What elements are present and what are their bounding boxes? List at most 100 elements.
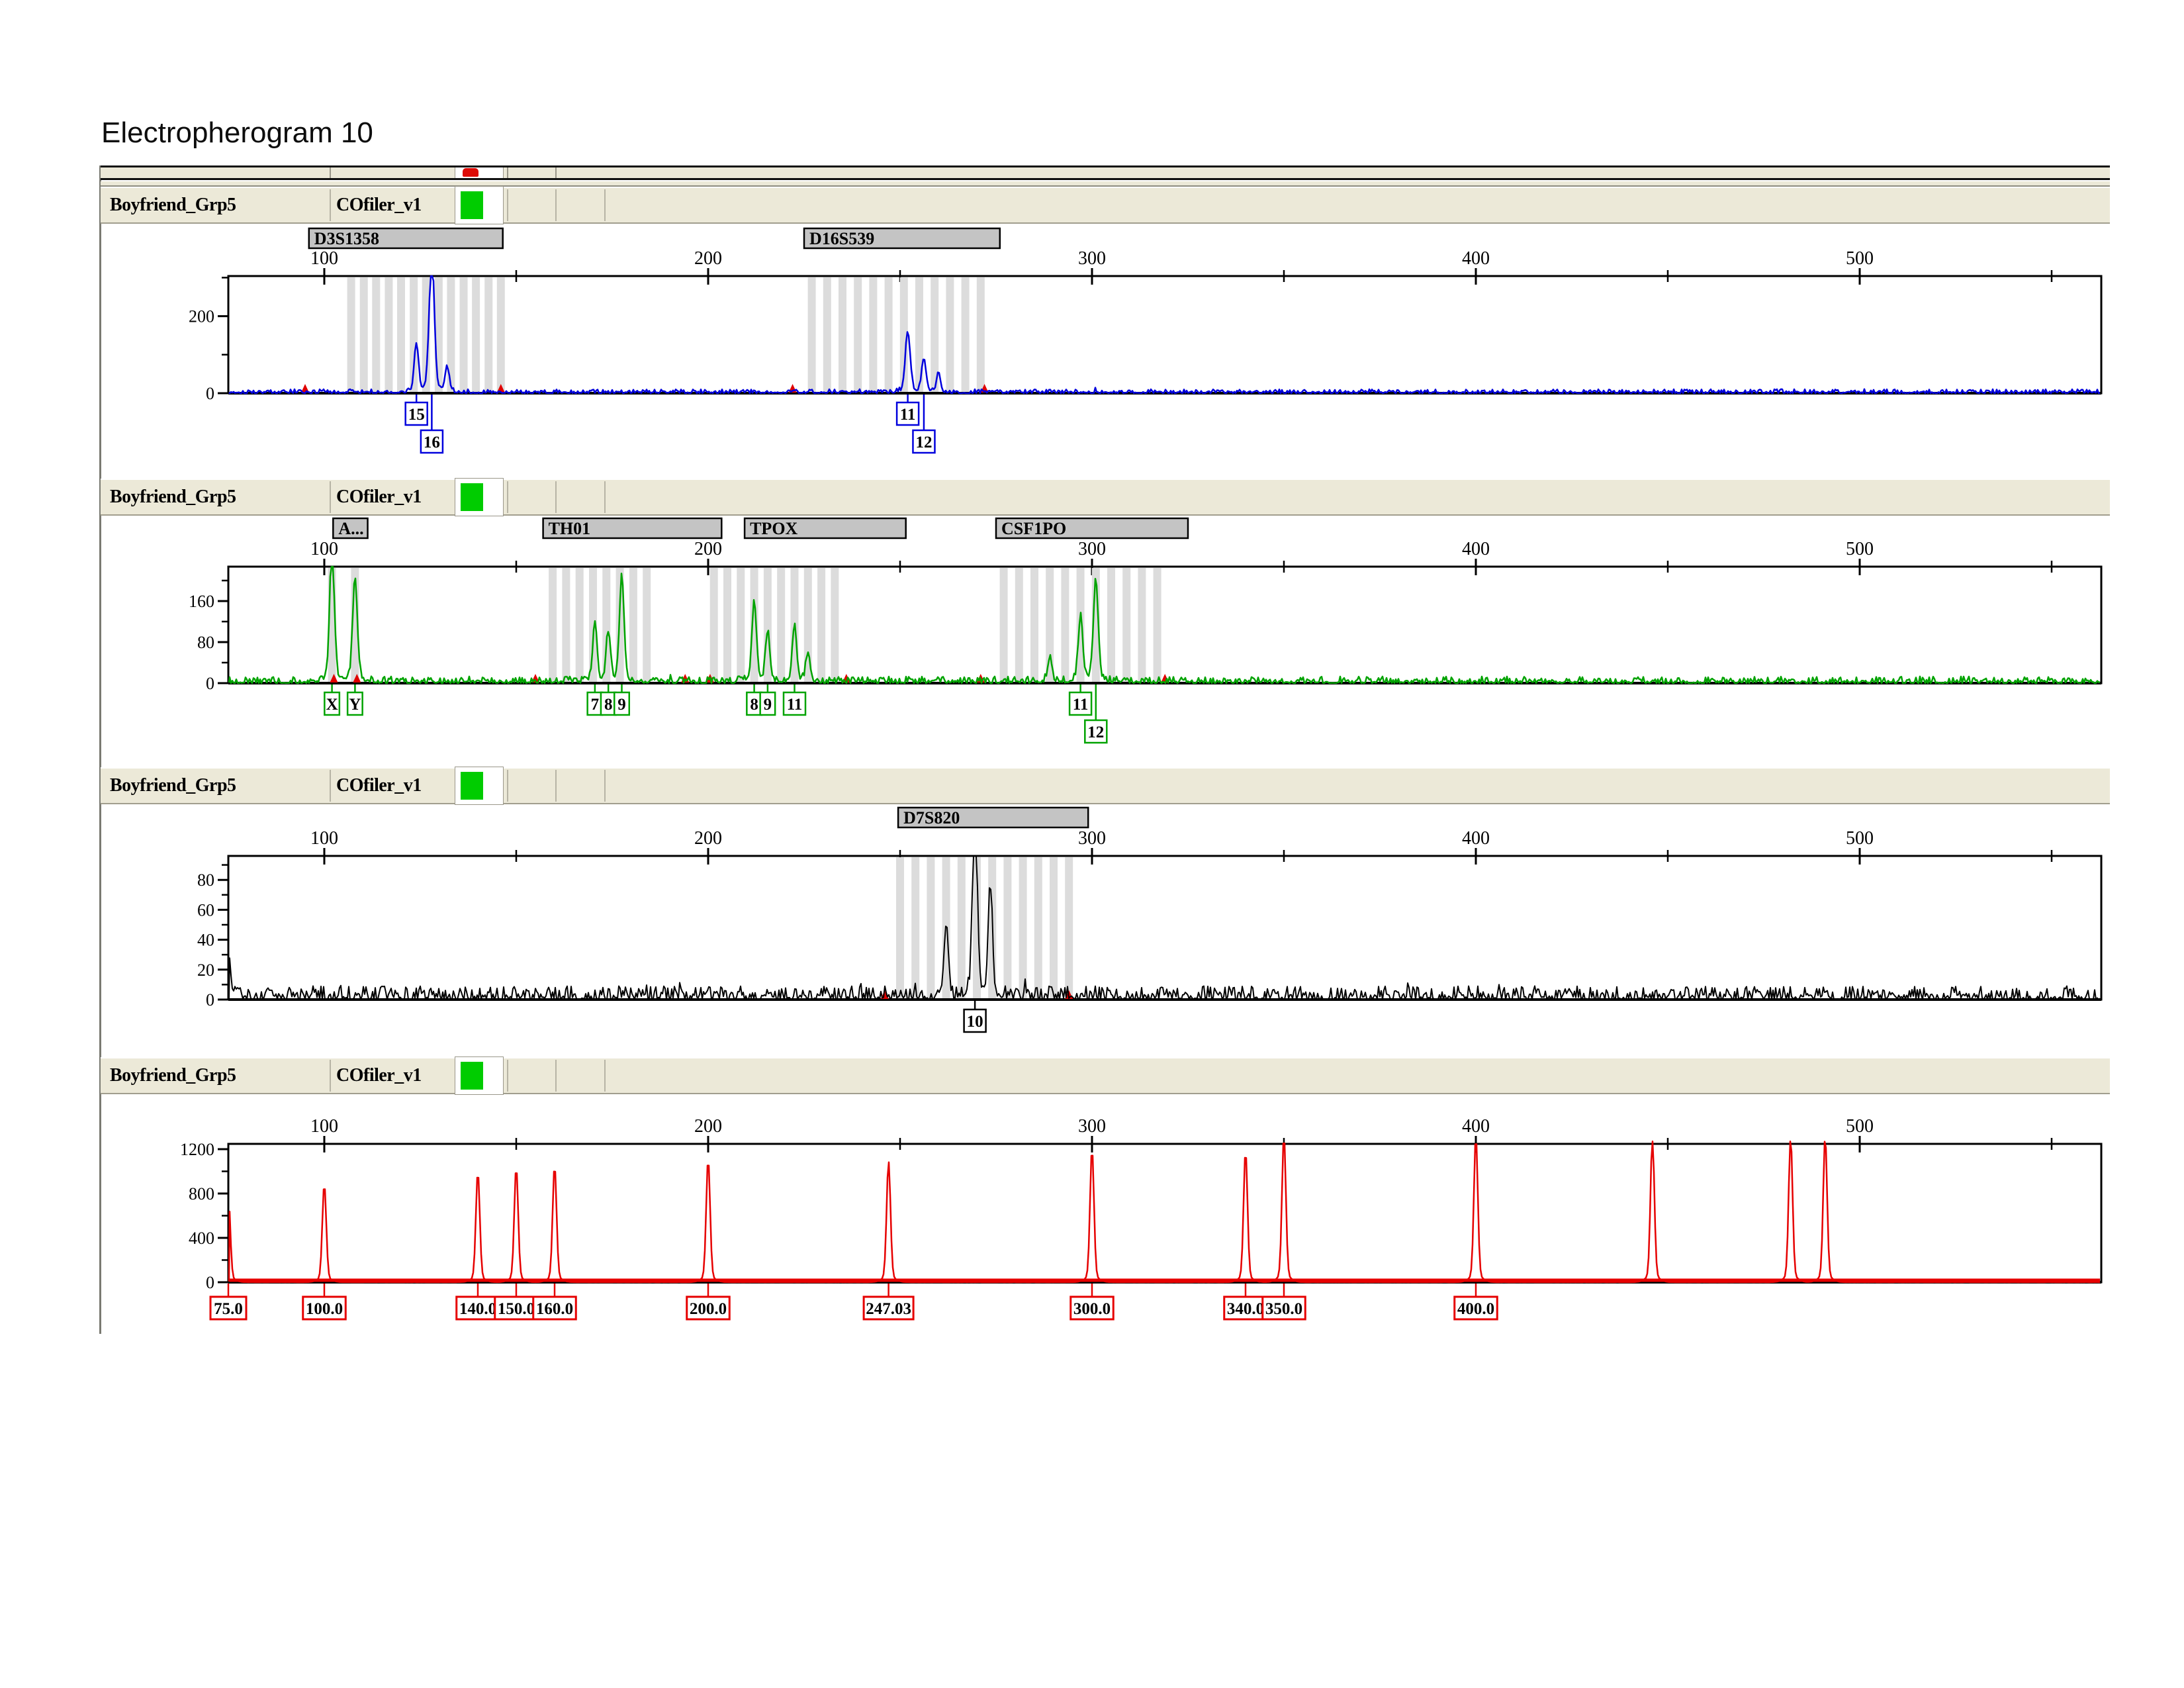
allele-bin-bar: [397, 277, 405, 393]
blue-trace: [229, 276, 2100, 393]
allele-bin-bar: [823, 277, 831, 393]
allele-bin-bar: [1122, 568, 1130, 682]
allele-label-text: 11: [1073, 696, 1089, 714]
allele-bin-bar: [854, 277, 862, 393]
locus-label: D3S1358: [314, 229, 379, 248]
allele-bin-bar: [915, 277, 923, 393]
allele-bin-bar: [472, 277, 480, 393]
chart-frame: [228, 276, 2101, 393]
allele-label-text: 8: [750, 696, 758, 714]
allele-bin-bar: [1030, 568, 1038, 682]
allele-label-text: 9: [764, 696, 772, 714]
allele-label-text: 8: [604, 696, 613, 714]
allele-bin-bar: [710, 568, 718, 682]
allele-label-text: 400.0: [1457, 1300, 1494, 1318]
x-tick-label: 100: [310, 828, 338, 849]
allele-bin-bar: [347, 277, 355, 393]
locus-label: D7S820: [903, 808, 960, 827]
allele-label-text: 100.0: [306, 1300, 343, 1318]
allele-bin-bar: [946, 277, 954, 393]
x-tick-label: 500: [1846, 248, 1874, 269]
x-tick-label: 400: [1462, 1116, 1490, 1137]
allele-label-text: 10: [967, 1013, 983, 1031]
locus-label: TH01: [549, 519, 591, 538]
allele-label-text: 150.0: [498, 1300, 535, 1318]
x-tick-label: 200: [694, 1116, 722, 1137]
x-tick-label: 400: [1462, 539, 1490, 559]
allele-bin-bar: [751, 568, 758, 682]
allele-bin-bar: [808, 277, 816, 393]
allele-bin-bar: [869, 277, 877, 393]
x-tick-label: 100: [310, 539, 338, 559]
x-tick-label: 300: [1078, 1116, 1106, 1137]
allele-bin-bar: [1003, 857, 1011, 999]
x-tick-label: 100: [310, 248, 338, 269]
y-tick-label: 0: [206, 674, 214, 693]
allele-label-text: 11: [900, 406, 916, 424]
allele-label-text: Y: [349, 696, 361, 714]
allele-label-text: 75.0: [214, 1300, 243, 1318]
x-tick-label: 300: [1078, 828, 1106, 849]
locus-label: D16S539: [809, 229, 874, 248]
allele-label-text: 12: [1087, 724, 1104, 741]
allele-bin-bar: [1000, 568, 1008, 682]
allele-bin-bar: [1019, 857, 1027, 999]
allele-bin-bar: [629, 568, 637, 682]
allele-bin-bar: [958, 857, 966, 999]
allele-bin-bar: [1107, 568, 1115, 682]
allele-bin-bar: [723, 568, 731, 682]
allele-label-text: 350.0: [1265, 1300, 1302, 1318]
allele-bin-bar: [1050, 857, 1058, 999]
chart-frame: [228, 567, 2101, 683]
allele-bin-bar: [1065, 857, 1073, 999]
x-tick-label: 400: [1462, 248, 1490, 269]
y-tick-label: 160: [189, 592, 214, 611]
x-tick-label: 400: [1462, 828, 1490, 849]
allele-label-text: 9: [617, 696, 626, 714]
allele-bin-bar: [447, 277, 455, 393]
allele-label-text: 300.0: [1073, 1300, 1111, 1318]
y-tick-label: 60: [197, 900, 214, 919]
black-trace: [229, 856, 2100, 1000]
allele-bin-bar: [1061, 568, 1069, 682]
allele-label-text: X: [326, 696, 338, 714]
allele-label-text: 15: [408, 406, 425, 424]
y-tick-label: 0: [206, 1273, 214, 1292]
locus-label: CSF1PO: [1001, 519, 1066, 538]
y-tick-label: 80: [197, 633, 214, 652]
allele-bin-bar: [562, 568, 570, 682]
x-tick-label: 300: [1078, 539, 1106, 559]
x-tick-label: 200: [694, 828, 722, 849]
allele-bin-bar: [1138, 568, 1146, 682]
allele-bin-bar: [360, 277, 368, 393]
y-tick-label: 200: [189, 307, 214, 326]
allele-bin-bar: [885, 277, 893, 393]
y-tick-label: 1200: [180, 1140, 214, 1159]
chart-frame: [228, 856, 2101, 1000]
y-tick-label: 20: [197, 961, 214, 980]
locus-label: TPOX: [750, 519, 797, 538]
allele-label-text: 7: [591, 696, 600, 714]
allele-bin-bar: [643, 568, 651, 682]
allele-label-text: 160.0: [536, 1300, 573, 1318]
allele-label-text: 140.0: [459, 1300, 496, 1318]
x-tick-label: 200: [694, 539, 722, 559]
allele-label-text: 247.03: [866, 1300, 911, 1318]
allele-bin-bar: [1015, 568, 1023, 682]
x-tick-label: 300: [1078, 248, 1106, 269]
allele-bin-bar: [372, 277, 380, 393]
allele-label-text: 200.0: [690, 1300, 727, 1318]
allele-bin-bar: [1077, 568, 1085, 682]
allele-bin-bar: [896, 857, 904, 999]
allele-bin-bar: [927, 857, 934, 999]
allele-bin-bar: [962, 277, 970, 393]
green-trace: [229, 567, 2100, 683]
allele-bin-bar: [737, 568, 745, 682]
y-tick-label: 400: [189, 1229, 214, 1248]
y-tick-label: 0: [206, 384, 214, 403]
locus-label: A...: [338, 519, 363, 538]
allele-bin-bar: [497, 277, 505, 393]
allele-bin-bar: [977, 277, 985, 393]
x-tick-label: 500: [1846, 828, 1874, 849]
allele-bin-bar: [385, 277, 392, 393]
